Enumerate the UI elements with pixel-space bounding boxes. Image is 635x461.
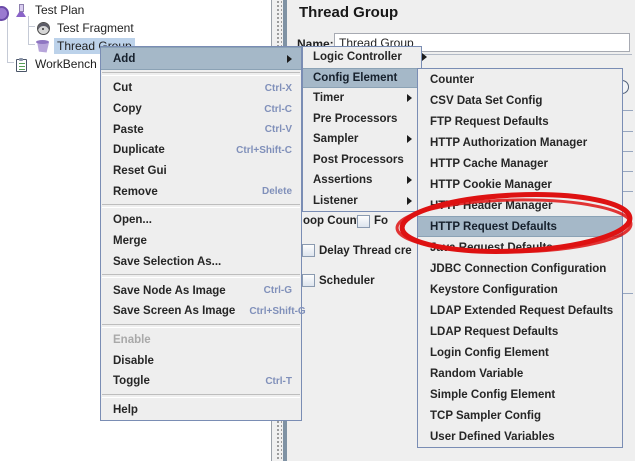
tree-item-test-fragment[interactable]: Test Fragment — [0, 19, 271, 37]
submenu-arrow-icon — [287, 55, 292, 63]
menu-item-simple-config-element[interactable]: Simple Config Element — [418, 384, 622, 405]
menu-item-remove[interactable]: Remove Delete — [101, 181, 301, 202]
context-menu: Add Cut Ctrl-X Copy Ctrl-C Paste Ctrl-V … — [100, 46, 302, 421]
menu-item-save-node-as-image[interactable]: Save Node As Image Ctrl-G — [101, 280, 301, 301]
menu-item-config-element[interactable]: Config Element — [303, 68, 421, 89]
menu-item-http-cache-manager[interactable]: HTTP Cache Manager — [418, 153, 622, 174]
menu-item-timer[interactable]: Timer — [303, 88, 421, 109]
menu-item-keystore-configuration[interactable]: Keystore Configuration — [418, 279, 622, 300]
menu-item-csv-data-set-config[interactable]: CSV Data Set Config — [418, 90, 622, 111]
submenu-arrow-icon — [407, 94, 412, 102]
menu-item-tcp-sampler-config[interactable]: TCP Sampler Config — [418, 405, 622, 426]
submenu-arrow-icon — [422, 53, 427, 61]
menu-item-merge[interactable]: Merge — [101, 231, 301, 252]
menu-item-http-authorization-manager[interactable]: HTTP Authorization Manager — [418, 132, 622, 153]
menu-item-logic-controller[interactable]: Logic Controller — [303, 47, 421, 68]
menu-item-open[interactable]: Open... — [101, 210, 301, 231]
menu-item-http-cookie-manager[interactable]: HTTP Cookie Manager — [418, 174, 622, 195]
menu-item-reset-gui[interactable]: Reset Gui — [101, 161, 301, 182]
menu-item-java-request-defaults[interactable]: Java Request Defaults — [418, 237, 622, 258]
menu-separator — [102, 324, 300, 328]
menu-separator — [102, 394, 300, 398]
menu-item-user-defined-variables[interactable]: User Defined Variables — [418, 426, 622, 447]
menu-item-copy[interactable]: Copy Ctrl-C — [101, 99, 301, 120]
menu-item-sampler[interactable]: Sampler — [303, 129, 421, 150]
menu-item-random-variable[interactable]: Random Variable — [418, 363, 622, 384]
submenu-arrow-icon — [407, 197, 412, 205]
menu-item-duplicate[interactable]: Duplicate Ctrl+Shift-C — [101, 140, 301, 161]
menu-item-paste[interactable]: Paste Ctrl-V — [101, 119, 301, 140]
add-submenu: Logic Controller Config Element Timer Pr… — [302, 46, 422, 212]
menu-item-http-request-defaults[interactable]: HTTP Request Defaults — [418, 216, 622, 237]
delay-thread-label: Delay Thread cre — [319, 245, 412, 257]
menu-item-post-processors[interactable]: Post Processors — [303, 150, 421, 171]
menu-separator — [102, 204, 300, 208]
tree-item-test-plan[interactable]: Test Plan — [0, 1, 271, 19]
clock-icon — [35, 20, 52, 37]
page-title: Thread Group — [299, 4, 398, 21]
config-element-submenu: Counter CSV Data Set Config FTP Request … — [417, 68, 623, 448]
menu-item-jdbc-connection-configuration[interactable]: JDBC Connection Configuration — [418, 258, 622, 279]
flask-icon — [13, 2, 30, 19]
menu-item-save-selection-as[interactable]: Save Selection As... — [101, 252, 301, 273]
menu-item-ftp-request-defaults[interactable]: FTP Request Defaults — [418, 111, 622, 132]
delay-thread-checkbox[interactable] — [302, 244, 315, 257]
menu-item-disable[interactable]: Disable — [101, 350, 301, 371]
menu-item-toggle[interactable]: Toggle Ctrl-T — [101, 371, 301, 392]
jmeter-window: Test Plan Test Fragment Thread Group Wor… — [0, 0, 635, 461]
menu-separator — [102, 72, 300, 76]
menu-item-help[interactable]: Help — [101, 400, 301, 421]
beaker-icon — [35, 38, 52, 55]
menu-item-ldap-request-defaults[interactable]: LDAP Request Defaults — [418, 321, 622, 342]
menu-item-add[interactable]: Add — [101, 47, 301, 70]
forever-checkbox[interactable] — [357, 215, 370, 228]
menu-item-pre-processors[interactable]: Pre Processors — [303, 109, 421, 130]
menu-item-cut[interactable]: Cut Ctrl-X — [101, 78, 301, 99]
scheduler-label: Scheduler — [319, 275, 375, 287]
menu-separator — [102, 274, 300, 278]
menu-item-login-config-element[interactable]: Login Config Element — [418, 342, 622, 363]
menu-item-counter[interactable]: Counter — [418, 69, 622, 90]
clipboard-icon — [13, 56, 30, 73]
menu-item-assertions[interactable]: Assertions — [303, 170, 421, 191]
menu-item-listener[interactable]: Listener — [303, 191, 421, 212]
scheduler-checkbox[interactable] — [302, 274, 315, 287]
menu-item-http-header-manager[interactable]: HTTP Header Manager — [418, 195, 622, 216]
menu-item-ldap-extended-request-defaults[interactable]: LDAP Extended Request Defaults — [418, 300, 622, 321]
loop-count-label: oop Count: — [303, 215, 364, 227]
forever-label: Fo — [374, 215, 388, 227]
menu-item-save-screen-as-image[interactable]: Save Screen As Image Ctrl+Shift-G — [101, 301, 301, 322]
submenu-arrow-icon — [407, 176, 412, 184]
submenu-arrow-icon — [407, 135, 412, 143]
menu-item-enable: Enable — [101, 330, 301, 351]
